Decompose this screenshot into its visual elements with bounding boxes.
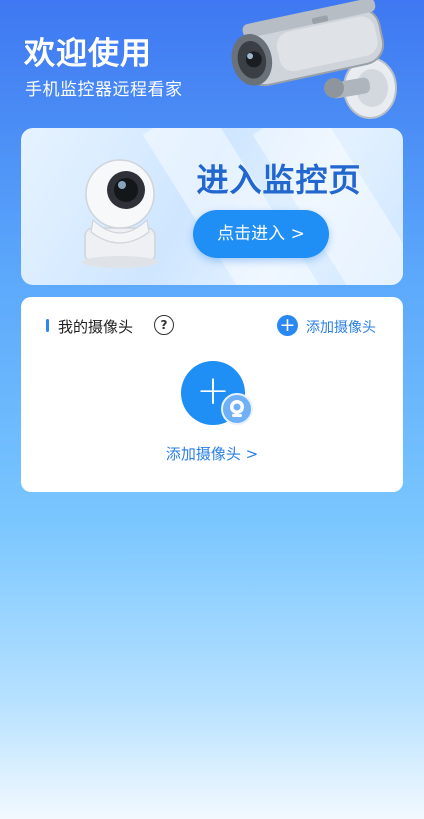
section-marker (46, 319, 49, 332)
enter-monitor-button[interactable]: 点击进入 > (193, 210, 329, 258)
question-circle-icon[interactable]: ? (154, 315, 174, 335)
my-cameras-title: 我的摄像头 (58, 318, 134, 336)
add-camera-link-label: 添加摄像头 (306, 320, 376, 336)
monitor-entry-card[interactable]: 进入监控页 点击进入 > (21, 128, 403, 285)
page-title: 欢迎使用 (24, 36, 152, 72)
my-cameras-card: 我的摄像头 ? + 添加摄像头 + 添加摄像头 > (21, 297, 403, 492)
plus-circle-icon: + (277, 315, 298, 336)
page-subtitle: 手机监控器远程看家 (25, 80, 183, 100)
cctv-camera-icon (231, 0, 397, 119)
camera-badge-icon (221, 393, 253, 425)
dome-camera-icon (82, 159, 158, 268)
add-camera-button[interactable]: + (181, 361, 253, 425)
monitor-title: 进入监控页 (196, 161, 362, 199)
add-camera-label[interactable]: 添加摄像头 > (21, 443, 403, 464)
header: 欢迎使用 手机监控器远程看家 (0, 0, 424, 125)
